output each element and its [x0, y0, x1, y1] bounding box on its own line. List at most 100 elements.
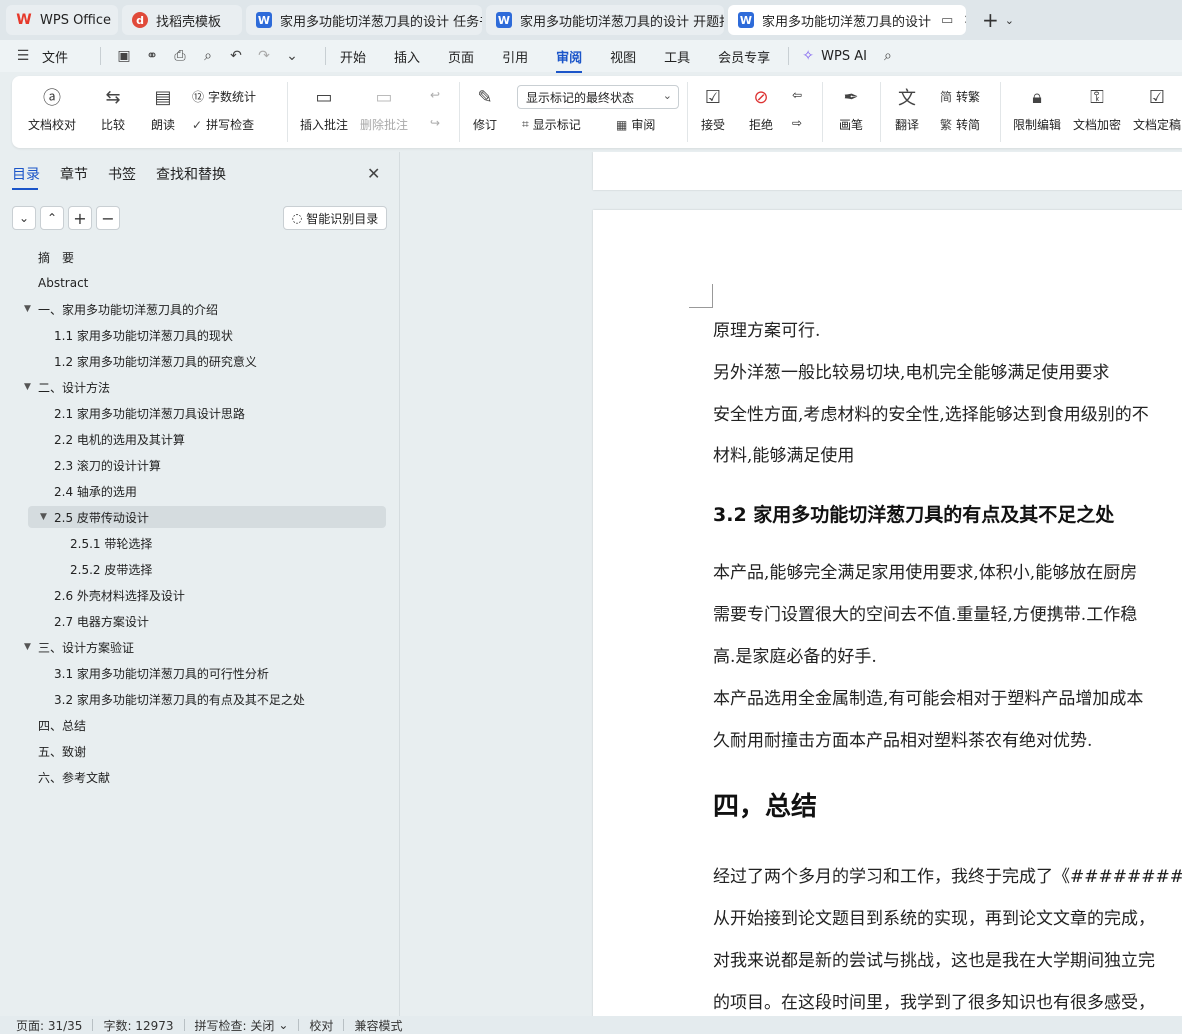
next-comment-icon[interactable]: ↪ — [430, 116, 440, 130]
tab-docer[interactable]: d 找稻壳模板 — [122, 5, 242, 35]
menu-home[interactable]: 开始 — [340, 47, 366, 66]
tab-doc-task[interactable]: W 家用多功能切洋葱刀具的设计 任务书 — [246, 5, 482, 35]
accept-button[interactable]: ☑ 接受 — [700, 84, 726, 133]
reject-button[interactable]: ⊘ 拒绝 — [748, 84, 774, 133]
tab-doc-proposal[interactable]: W 家用多功能切洋葱刀具的设计 开题报 — [486, 5, 724, 35]
print-icon[interactable]: ⎙ — [171, 47, 189, 65]
toc-item[interactable]: 四、总结 — [0, 714, 390, 736]
translate-button[interactable]: 文 翻译 — [894, 84, 920, 133]
toc-item-label: 2.4 轴承的选用 — [54, 484, 137, 499]
expand-triangle-icon[interactable]: ▼ — [24, 642, 31, 652]
menu-page[interactable]: 页面 — [448, 47, 474, 66]
menu-wps-ai[interactable]: WPS AI — [821, 49, 867, 64]
print-preview-icon[interactable]: ⌕ — [199, 47, 217, 65]
insert-comment-button[interactable]: ▭ 插入批注 — [300, 84, 348, 133]
search-icon[interactable]: ⌕ — [879, 47, 897, 65]
spell-check-indicator[interactable]: 拼写检查: 关闭 — [195, 1017, 275, 1034]
toc-item[interactable]: ▼ 一、家用多功能切洋葱刀具的介绍 — [0, 298, 390, 320]
toc-item[interactable]: Abstract — [0, 272, 390, 294]
to-simplified-button[interactable]: 繁 转简 — [940, 116, 980, 133]
chevron-down-icon[interactable]: ⌄ — [283, 47, 301, 65]
markup-state-select[interactable]: 显示标记的最终状态 ⌄ — [517, 85, 679, 109]
menu-review[interactable]: 审阅 — [556, 47, 583, 73]
expand-triangle-icon[interactable]: ▼ — [24, 304, 31, 314]
toc-item[interactable]: 2.3 滚刀的设计计算 — [0, 454, 390, 476]
toc-item[interactable]: 1.2 家用多功能切洋葱刀具的研究意义 — [0, 350, 390, 372]
tab-find-replace[interactable]: 查找和替换 — [156, 164, 226, 184]
close-pane-icon[interactable]: ✕ — [367, 164, 380, 183]
prev-change-icon[interactable]: ⇦ — [792, 88, 802, 102]
tab-label: 家用多功能切洋葱刀具的设计 任务书 — [280, 14, 482, 30]
prev-comment-icon[interactable]: ↩ — [430, 88, 440, 102]
page-indicator[interactable]: 页面: 31/35 — [16, 1017, 82, 1034]
toc-item[interactable]: 六、参考文献 — [0, 766, 390, 788]
document-page[interactable]: 原理方案可行. 另外洋葱一般比较易切块,电机完全能够满足使用要求 安全性方面,考… — [593, 210, 1182, 1016]
track-changes-button[interactable]: ✎ 修订 — [472, 84, 498, 133]
show-markup-button[interactable]: ⌗ 显示标记 — [522, 116, 581, 133]
finalize-button[interactable]: ☑ 文档定稿 — [1133, 84, 1181, 133]
tab-bookmarks[interactable]: 书签 — [108, 164, 136, 184]
read-aloud-button[interactable]: ▤ 朗读 — [150, 84, 176, 133]
toc-item[interactable]: 2.1 家用多功能切洋葱刀具设计思路 — [0, 402, 390, 424]
toc-item[interactable]: 2.6 外壳材料选择及设计 — [0, 584, 390, 606]
spell-check-button[interactable]: ✓ 拼写检查 — [192, 116, 254, 133]
smart-toc-button[interactable]: ◌ 智能识别目录 — [283, 206, 387, 230]
menu-member[interactable]: 会员专享 — [718, 47, 770, 66]
proofread-indicator[interactable]: 校对 — [309, 1017, 333, 1034]
tab-doc-active[interactable]: W 家用多功能切洋葱刀具的设计 ▭ ✕ — [728, 5, 966, 35]
toc-item[interactable]: 2.5.1 带轮选择 — [0, 532, 390, 554]
toc-item[interactable]: 2.5.2 皮带选择 — [0, 558, 390, 580]
toc-item[interactable]: 3.2 家用多功能切洋葱刀具的有点及其不足之处 — [0, 688, 390, 710]
expand-down-button[interactable]: ⌄ — [12, 206, 36, 230]
restrict-edit-button[interactable]: 🔒︎ 限制编辑 — [1013, 84, 1061, 133]
next-change-icon[interactable]: ⇨ — [792, 116, 802, 130]
paragraph: 本产品选用全金属制造,有可能会相对于塑料产品增加成本 — [713, 689, 1144, 709]
document-canvas[interactable]: 原理方案可行. 另外洋葱一般比较易切块,电机完全能够满足使用要求 安全性方面,考… — [401, 152, 1182, 1016]
expand-triangle-icon[interactable]: ▼ — [24, 382, 31, 392]
menu-tools[interactable]: 工具 — [664, 47, 690, 66]
share-icon[interactable]: ⚭ — [143, 47, 161, 65]
toc-item[interactable]: ▼ 2.5 皮带传动设计 — [28, 506, 386, 528]
pen-button[interactable]: ✒ 画笔 — [838, 84, 864, 133]
file-menu[interactable]: 文件 — [42, 47, 68, 66]
toc-item[interactable]: 摘 要 — [0, 246, 390, 268]
redo-icon[interactable]: ↷ — [255, 47, 273, 65]
toc-item[interactable]: 2.4 轴承的选用 — [0, 480, 390, 502]
close-tab-icon[interactable]: ✕ — [963, 13, 966, 28]
toc-item[interactable]: 3.1 家用多功能切洋葱刀具的可行性分析 — [0, 662, 390, 684]
remove-heading-button[interactable]: − — [96, 206, 120, 230]
toc-item[interactable]: 2.2 电机的选用及其计算 — [0, 428, 390, 450]
new-tab-icon[interactable]: + — [982, 8, 999, 32]
menu-icon[interactable]: ☰ — [14, 47, 32, 65]
chevron-down-icon[interactable]: ⌄ — [278, 1018, 288, 1032]
chevron-down-icon[interactable]: ⌄ — [1005, 14, 1014, 27]
proofread-button[interactable]: ⓐ 文档校对 — [28, 84, 76, 133]
paragraph: 对我来说都是新的尝试与挑战，这也是我在大学期间独立完 — [713, 951, 1155, 971]
compare-button[interactable]: ⇆ 比较 — [100, 84, 126, 133]
toc-item[interactable]: ▼ 二、设计方法 — [0, 376, 390, 398]
delete-comment-button[interactable]: ▭ 删除批注 — [360, 84, 408, 133]
collapse-up-button[interactable]: ⌃ — [40, 206, 64, 230]
word-count-indicator[interactable]: 字数: 12973 — [103, 1017, 173, 1034]
save-icon[interactable]: ▣ — [115, 47, 133, 65]
add-heading-button[interactable]: + — [68, 206, 92, 230]
menu-insert[interactable]: 插入 — [394, 47, 420, 66]
menu-view[interactable]: 视图 — [610, 47, 636, 66]
toc-item-label: 二、设计方法 — [38, 380, 111, 395]
review-pane-button[interactable]: ▦ 审阅 — [616, 116, 655, 133]
expand-triangle-icon[interactable]: ▼ — [40, 512, 47, 522]
toc-item[interactable]: 2.7 电器方案设计 — [0, 610, 390, 632]
menu-references[interactable]: 引用 — [502, 47, 528, 66]
toc-item[interactable]: 1.1 家用多功能切洋葱刀具的现状 — [0, 324, 390, 346]
undo-icon[interactable]: ↶ — [227, 47, 245, 65]
toc-item[interactable]: 五、致谢 — [0, 740, 390, 762]
monitor-icon[interactable]: ▭ — [941, 13, 953, 28]
encrypt-button[interactable]: ⚿ 文档加密 — [1073, 84, 1121, 133]
traditional-icon: 繁 — [940, 118, 953, 132]
tab-wps-office[interactable]: W WPS Office — [6, 5, 118, 35]
tab-toc[interactable]: 目录 — [12, 164, 40, 190]
tab-chapters[interactable]: 章节 — [60, 164, 88, 184]
word-count-button[interactable]: ⑫ 字数统计 — [192, 88, 256, 105]
to-traditional-button[interactable]: 简 转繁 — [940, 88, 980, 105]
toc-item[interactable]: ▼ 三、设计方案验证 — [0, 636, 390, 658]
